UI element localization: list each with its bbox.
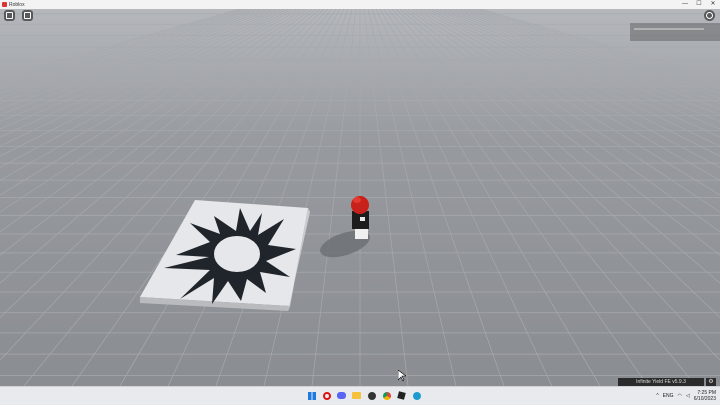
volume-icon[interactable]: ◁	[686, 393, 690, 399]
roblox-app-icon	[2, 2, 7, 7]
system-tray: ^ ENG ◠ ◁ 7:25 PM 6/10/2023	[656, 387, 716, 405]
obs-icon[interactable]	[366, 390, 377, 401]
windows-start-icon[interactable]	[306, 390, 317, 401]
wifi-icon[interactable]: ◠	[678, 393, 682, 399]
gear-icon	[706, 12, 713, 19]
chat-button[interactable]	[22, 10, 33, 21]
opera-icon[interactable]	[321, 390, 332, 401]
minimize-button[interactable]: —	[678, 0, 692, 9]
tray-chevron-icon[interactable]: ^	[656, 393, 658, 399]
edge-icon[interactable]	[411, 390, 422, 401]
window-title: Roblox	[9, 1, 25, 8]
player-list-panel	[630, 23, 720, 41]
chat-icon	[24, 12, 31, 19]
taskbar-apps	[306, 390, 422, 401]
game-viewport[interactable]	[0, 9, 720, 386]
language-indicator[interactable]: ENG	[663, 393, 674, 399]
roblox-logo-icon	[6, 12, 13, 19]
roblox-menu-button[interactable]	[4, 10, 15, 21]
roblox-icon[interactable]	[396, 390, 407, 401]
window-titlebar: Roblox — ☐ ✕	[0, 0, 720, 9]
maximize-button[interactable]: ☐	[692, 0, 706, 9]
taskbar: ^ ENG ◠ ◁ 7:25 PM 6/10/2023	[0, 386, 720, 405]
panel-bar	[634, 28, 704, 30]
infinite-yield-bar[interactable]: Infinite Yield FE v5.9.3	[618, 378, 704, 386]
file-explorer-icon[interactable]	[351, 390, 362, 401]
infinite-yield-settings[interactable]: ⚙	[706, 378, 716, 386]
clock-date: 6/10/2023	[693, 396, 716, 402]
window-controls: — ☐ ✕	[678, 0, 720, 9]
mouse-cursor-icon	[398, 370, 406, 382]
discord-icon[interactable]	[336, 390, 347, 401]
close-button[interactable]: ✕	[706, 0, 720, 9]
game-scene	[0, 9, 720, 386]
clock[interactable]: 7:25 PM 6/10/2023	[694, 390, 716, 402]
chrome-icon[interactable]	[381, 390, 392, 401]
settings-button[interactable]	[704, 10, 715, 21]
